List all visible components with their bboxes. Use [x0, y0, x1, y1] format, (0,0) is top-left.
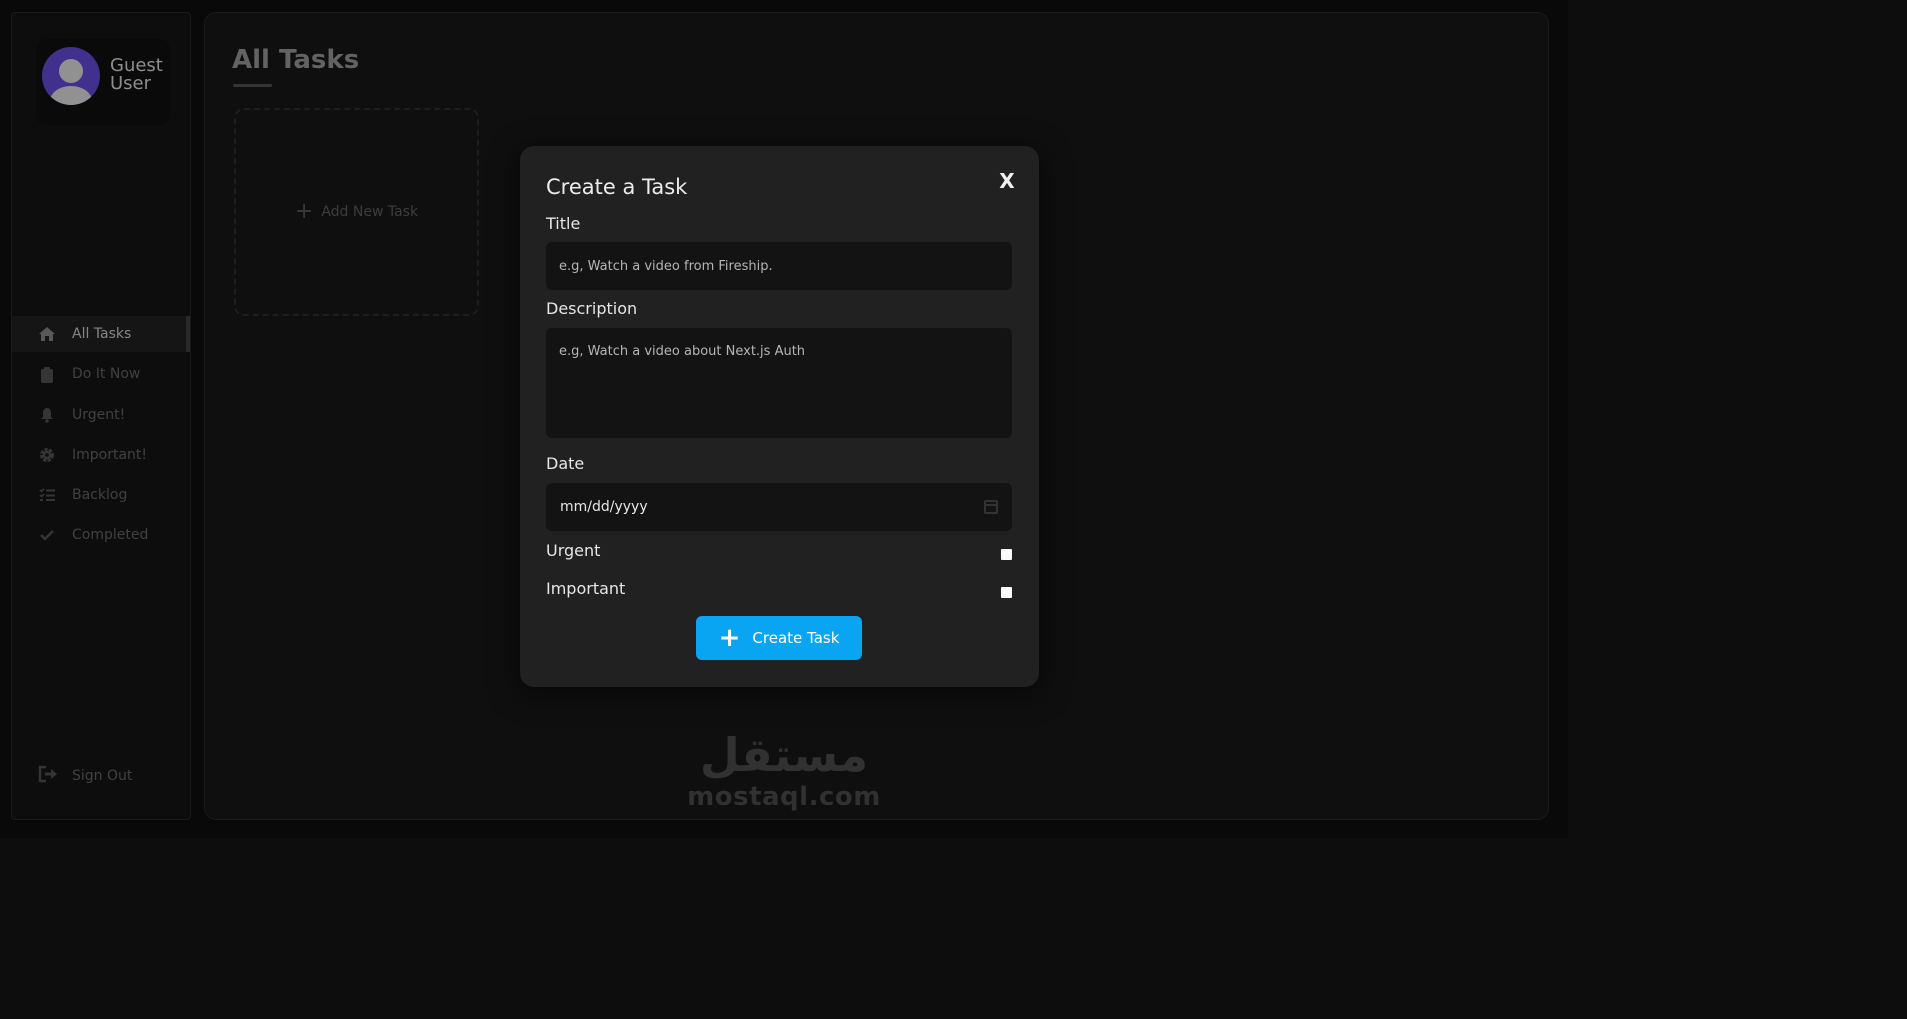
- plus-icon: +: [718, 623, 741, 653]
- title-input[interactable]: [546, 242, 1012, 290]
- urgent-label: Urgent: [546, 541, 601, 560]
- important-checkbox[interactable]: [1001, 587, 1012, 598]
- create-task-button[interactable]: + Create Task: [696, 616, 862, 660]
- create-task-modal: Create a Task X Title Description Date m…: [520, 146, 1039, 687]
- description-input[interactable]: [546, 328, 1012, 438]
- app-root: Guest User All Tasks Do It Now Urgent! I…: [0, 0, 1568, 838]
- title-label: Title: [546, 214, 581, 233]
- important-label: Important: [546, 579, 626, 598]
- description-label: Description: [546, 299, 638, 318]
- date-label: Date: [546, 454, 585, 473]
- modal-title: Create a Task: [546, 175, 688, 199]
- calendar-icon[interactable]: [984, 500, 998, 514]
- date-placeholder: mm/dd/yyyy: [560, 499, 648, 515]
- date-input[interactable]: mm/dd/yyyy: [546, 483, 1012, 531]
- close-modal-button[interactable]: X: [996, 170, 1018, 192]
- urgent-checkbox[interactable]: [1001, 549, 1012, 560]
- create-task-label: Create Task: [752, 629, 840, 647]
